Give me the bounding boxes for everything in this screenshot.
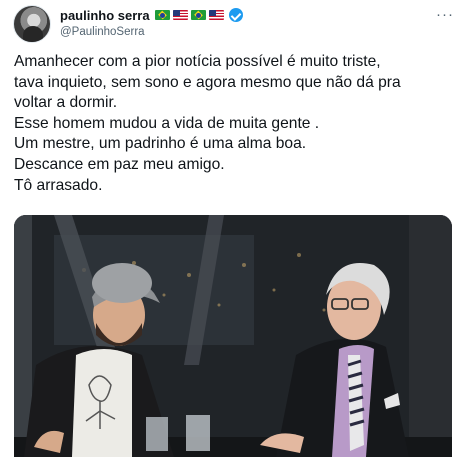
us-flag-icon (172, 10, 188, 20)
us-flag-icon (208, 10, 224, 20)
more-options-icon[interactable]: ··· (436, 6, 454, 23)
tweet-header: paulinho serra @PaulinhoSerra ··· (0, 0, 474, 50)
tweet-line: tava inquieto, sem sono e agora mesmo qu… (14, 73, 401, 91)
tweet-text: Amanhecer com a pior notícia possível é … (14, 52, 464, 196)
tweet-line: Tô arrasado. (14, 176, 103, 194)
tweet-line: Esse homem mudou a vida de muita gente . (14, 114, 320, 132)
brazil-flag-icon (154, 10, 170, 20)
user-handle[interactable]: @PaulinhoSerra (60, 26, 145, 38)
name-row: paulinho serra (60, 7, 243, 23)
avatar[interactable] (13, 5, 51, 43)
photo-illustration (14, 215, 452, 457)
tweet-line: Descance em paz meu amigo. (14, 155, 225, 173)
tweet-photo[interactable] (14, 215, 452, 457)
display-name[interactable]: paulinho serra (60, 8, 150, 23)
tweet-line: Um mestre, um padrinho é uma alma boa. (14, 135, 307, 153)
brazil-flag-icon (190, 10, 206, 20)
tweet-line: Amanhecer com a pior notícia possível é … (14, 53, 381, 70)
tweet-line: voltar a dormir. (14, 94, 118, 112)
verified-badge-icon (228, 8, 243, 22)
